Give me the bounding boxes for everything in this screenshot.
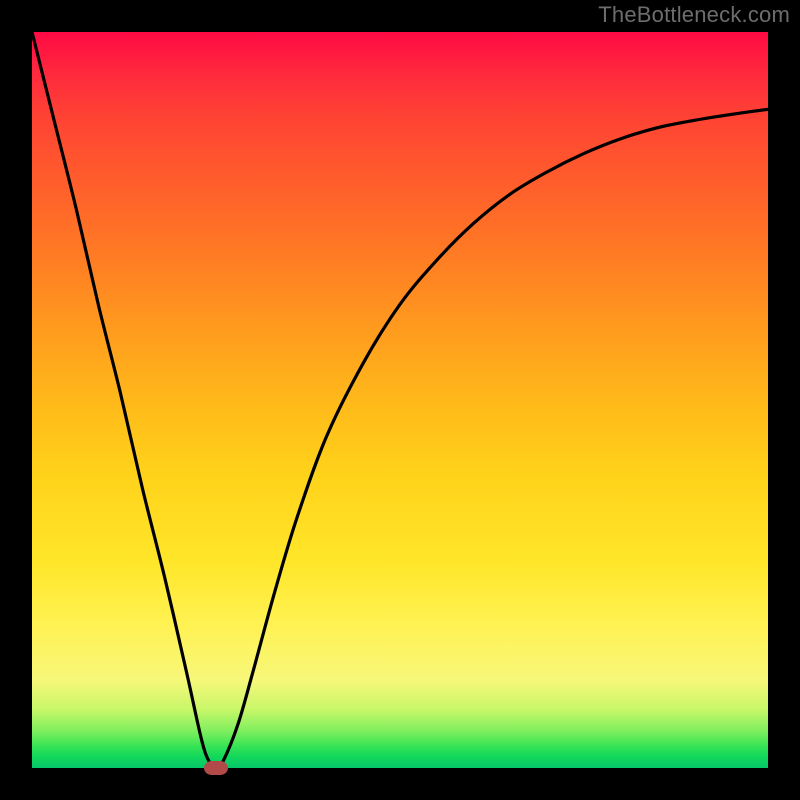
bottleneck-curve (32, 32, 768, 768)
plot-area (32, 32, 768, 768)
watermark-text: TheBottleneck.com (598, 2, 790, 28)
chart-frame: TheBottleneck.com (0, 0, 800, 800)
minimum-marker (204, 761, 228, 775)
